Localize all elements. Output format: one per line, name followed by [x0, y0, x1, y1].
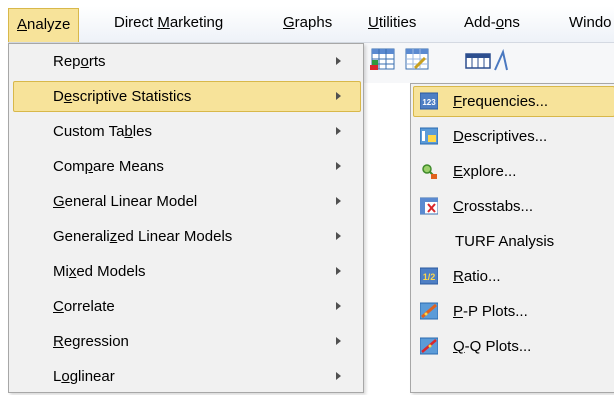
- submenu-item-label: Q-Q Plots...: [453, 338, 532, 355]
- pp-plots-icon: [420, 302, 438, 320]
- menu-label-mnemonic: M: [157, 14, 170, 31]
- table-icon[interactable]: [463, 46, 491, 74]
- submenu-arrow-icon: [336, 197, 341, 205]
- menu-item-label: Compare Means: [53, 158, 164, 175]
- menu-label-post: arketing: [169, 14, 224, 31]
- menu-label-mnemonic: U: [368, 14, 379, 31]
- submenu-item-label: P-P Plots...: [453, 303, 528, 320]
- submenu-arrow-icon: [336, 57, 341, 65]
- submenu-arrow-icon: [336, 337, 341, 345]
- menu-item-label: Generalized Linear Models: [53, 228, 233, 245]
- submenu-arrow-icon: [336, 267, 341, 275]
- submenu-item-label: Ratio...: [453, 268, 501, 285]
- menu-item-loglinear[interactable]: Loglinear: [9, 359, 363, 394]
- submenu-item-crosstabs[interactable]: Crosstabs...: [411, 189, 614, 224]
- ratio-icon: 1/2: [420, 267, 438, 285]
- submenu-item-label: TURF Analysis: [455, 233, 555, 250]
- chart-icon[interactable]: [493, 46, 521, 74]
- menu-label-mnemonic: o: [495, 14, 505, 31]
- menu-window[interactable]: Windo: [561, 6, 614, 40]
- descriptive-statistics-submenu: 123 Frequencies... Descriptives... Explo…: [410, 83, 614, 393]
- svg-text:1/2: 1/2: [423, 272, 436, 282]
- menu-item-general-linear-model[interactable]: General Linear Model: [9, 184, 363, 219]
- menu-analyze[interactable]: Analyze: [8, 8, 80, 42]
- menu-label-pre: Direct: [114, 14, 158, 31]
- menu-label-post: raphs: [294, 14, 333, 31]
- submenu-arrow-icon: [336, 302, 341, 310]
- submenu-item-label: Crosstabs...: [453, 198, 534, 215]
- menu-label-pre: Add-: [464, 14, 496, 31]
- menu-direct-marketing[interactable]: Direct Marketing: [106, 6, 231, 40]
- submenu-arrow-icon: [336, 232, 341, 240]
- menu-item-label: Reports: [53, 53, 106, 70]
- submenu-item-descriptives[interactable]: Descriptives...: [411, 119, 614, 154]
- submenu-arrow-icon: [336, 92, 341, 100]
- data-editor-icon[interactable]: [369, 46, 397, 74]
- submenu-item-frequencies[interactable]: 123 Frequencies...: [411, 84, 614, 119]
- menu-item-label: General Linear Model: [53, 193, 198, 210]
- submenu-item-ratio[interactable]: 1/2 Ratio...: [411, 259, 614, 294]
- explore-icon: [422, 164, 437, 179]
- descriptives-icon: [420, 127, 438, 145]
- menu-label-mnemonic: A: [17, 16, 28, 33]
- toolbar-strip: [363, 43, 614, 83]
- menu-add-ons[interactable]: Add-ons: [456, 6, 528, 40]
- variable-view-icon[interactable]: [403, 46, 431, 74]
- frequencies-icon: 123: [420, 92, 438, 110]
- menu-label-mnemonic: G: [283, 14, 295, 31]
- menu-item-label: Correlate: [53, 298, 115, 315]
- submenu-item-pp-plots[interactable]: P-P Plots...: [411, 294, 614, 329]
- menu-item-descriptive-statistics[interactable]: Descriptive Statistics: [9, 79, 363, 114]
- submenu-item-label: Descriptives...: [453, 128, 548, 145]
- menu-graphs[interactable]: Graphs: [275, 6, 340, 40]
- menu-label-post: nalyze: [27, 16, 71, 33]
- submenu-item-explore[interactable]: Explore...: [411, 154, 614, 189]
- submenu-item-label: Frequencies...: [453, 93, 549, 110]
- menu-item-reports[interactable]: Reports: [9, 44, 363, 79]
- menu-label-post: ns: [504, 14, 520, 31]
- menu-utilities[interactable]: Utilities: [360, 6, 424, 40]
- menu-item-label: Loglinear: [53, 368, 115, 385]
- menu-item-correlate[interactable]: Correlate: [9, 289, 363, 324]
- analyze-menu: Reports Descriptive Statistics Custom Ta…: [8, 43, 364, 393]
- menu-item-label: Descriptive Statistics: [53, 88, 192, 105]
- submenu-item-turf-analysis[interactable]: TURF Analysis: [411, 224, 614, 259]
- menu-item-mixed-models[interactable]: Mixed Models: [9, 254, 363, 289]
- menu-item-label: Mixed Models: [53, 263, 146, 280]
- submenu-arrow-icon: [336, 162, 341, 170]
- menu-item-regression[interactable]: Regression: [9, 324, 363, 359]
- menu-item-generalized-linear-models[interactable]: Generalized Linear Models: [9, 219, 363, 254]
- menu-bar: Analyze Direct Marketing Graphs Utilitie…: [8, 6, 614, 43]
- submenu-arrow-icon: [336, 372, 341, 380]
- submenu-item-qq-plots[interactable]: Q-Q Plots...: [411, 329, 614, 364]
- menu-item-custom-tables[interactable]: Custom Tables: [9, 114, 363, 149]
- submenu-arrow-icon: [336, 127, 341, 135]
- qq-plots-icon: [420, 337, 438, 355]
- submenu-item-label: Explore...: [453, 163, 517, 180]
- menu-label-pre: Windo: [569, 14, 612, 31]
- menu-label-post: tilities: [378, 14, 417, 31]
- menu-item-compare-means[interactable]: Compare Means: [9, 149, 363, 184]
- menu-item-label: Regression: [53, 333, 129, 350]
- menu-item-label: Custom Tables: [53, 123, 152, 140]
- svg-text:123: 123: [422, 98, 436, 107]
- crosstabs-icon: [420, 197, 438, 215]
